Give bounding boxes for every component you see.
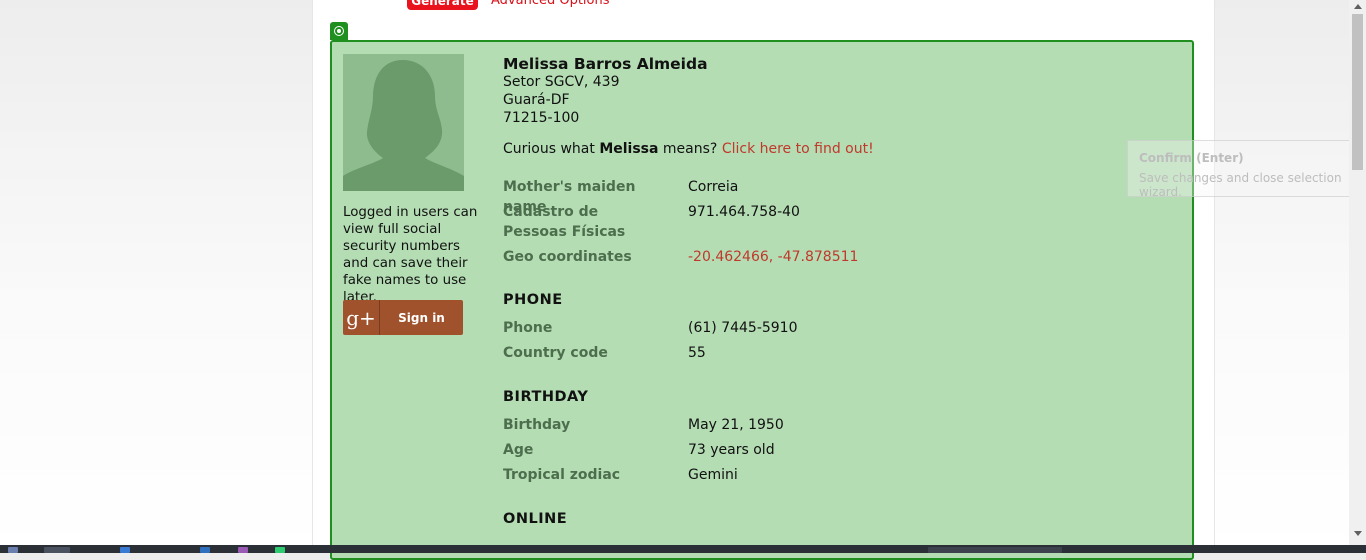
tooltip-body: Save changes and close selection wizard. — [1139, 171, 1342, 199]
geo-coordinates-label: Geo coordinates — [503, 249, 632, 265]
curious-suffix: means? — [662, 141, 718, 157]
login-info-text: Logged in users can view full social sec… — [343, 205, 478, 305]
taskbar-active-window[interactable] — [928, 547, 1062, 553]
curious-name: Melissa — [599, 141, 659, 157]
phone-heading: PHONE — [503, 292, 563, 308]
phone-value: (61) 7445-5910 — [688, 320, 798, 336]
address-line-2: Guará-DF — [503, 92, 570, 108]
country-code-value: 55 — [688, 345, 706, 361]
address-line-3: 71215-100 — [503, 110, 580, 126]
birthday-label: Birthday — [503, 417, 571, 433]
google-signin-button[interactable]: g+ Sign in — [343, 300, 463, 335]
name-meaning-link[interactable]: Click here to find out! — [722, 141, 874, 157]
taskbar-app-icon[interactable] — [238, 547, 248, 553]
taskbar-app-icon[interactable] — [200, 547, 210, 553]
zodiac-value: Gemini — [688, 467, 738, 483]
scrollbar-thumb[interactable] — [1352, 14, 1363, 170]
scroll-down-icon[interactable] — [1354, 531, 1362, 536]
advanced-options-link[interactable]: Advanced Options — [491, 0, 610, 8]
avatar — [343, 54, 464, 191]
confirm-tooltip: Confirm (Enter) Save changes and close s… — [1127, 140, 1366, 199]
start-icon[interactable] — [8, 547, 18, 553]
taskbar-app-icon[interactable] — [275, 547, 285, 553]
tooltip-title: Confirm (Enter) — [1139, 151, 1244, 165]
name-meaning-prompt: Curious what Melissa means? Click here t… — [503, 141, 874, 157]
scroll-up-icon[interactable] — [1354, 4, 1362, 9]
country-code-label: Country code — [503, 345, 608, 361]
geo-coordinates-link[interactable]: -20.462466, -47.878511 — [688, 249, 858, 265]
google-plus-icon: g+ — [343, 300, 380, 335]
cpf-value: 971.464.758-40 — [688, 204, 800, 220]
birthday-value: May 21, 1950 — [688, 417, 784, 433]
taskbar-app-icon[interactable] — [120, 547, 130, 553]
signin-label: Sign in — [398, 310, 445, 325]
age-value: 73 years old — [688, 442, 775, 458]
cpf-label: Cadastro de Pessoas Físicas — [503, 204, 626, 240]
age-label: Age — [503, 442, 534, 458]
vertical-scrollbar[interactable] — [1349, 0, 1366, 545]
selection-target-icon[interactable] — [330, 22, 348, 40]
silhouette-icon — [343, 54, 464, 191]
person-name: Melissa Barros Almeida — [503, 55, 708, 73]
curious-prefix: Curious what — [503, 141, 595, 157]
phone-label: Phone — [503, 320, 553, 336]
zodiac-label: Tropical zodiac — [503, 467, 621, 483]
generate-button[interactable]: Generate — [407, 0, 478, 10]
mothers-maiden-value: Correia — [688, 179, 739, 195]
birthday-heading: BIRTHDAY — [503, 389, 589, 405]
online-heading: ONLINE — [503, 511, 568, 527]
taskbar-app-icon[interactable] — [44, 547, 70, 553]
address-line-1: Setor SGCV, 439 — [503, 74, 620, 90]
